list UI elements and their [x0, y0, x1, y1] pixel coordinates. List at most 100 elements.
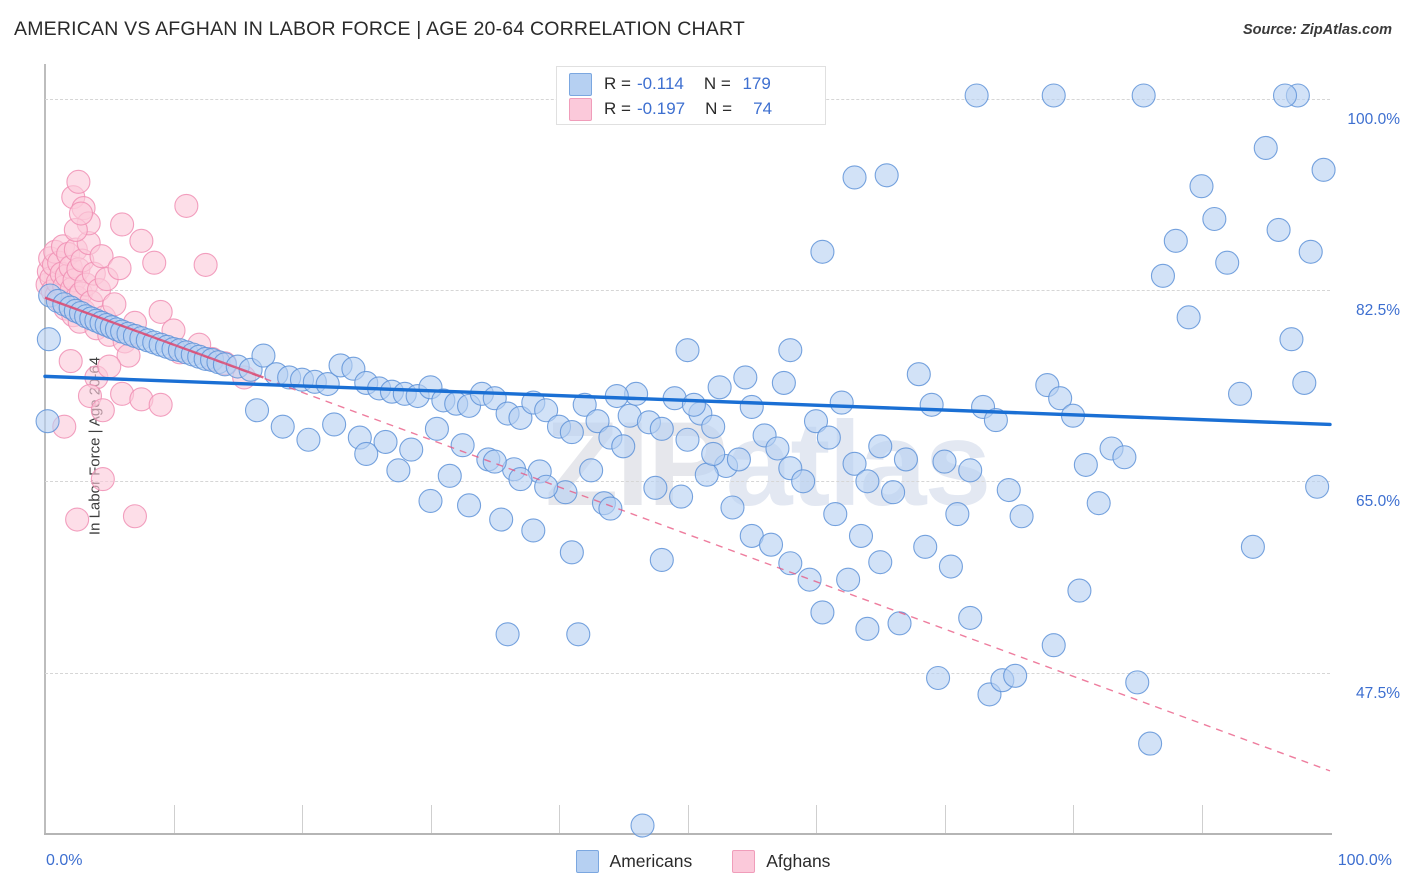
data-point: [726, 447, 751, 472]
data-point: [823, 502, 848, 527]
series-legend-item-afghans[interactable]: Afghans: [732, 850, 830, 873]
data-point: [855, 616, 880, 641]
data-point: [797, 567, 822, 592]
data-point: [1041, 83, 1066, 108]
data-point: [675, 338, 700, 363]
data-point: [107, 256, 132, 281]
data-point: [1003, 663, 1028, 688]
data-point: [521, 518, 546, 543]
data-point: [836, 567, 861, 592]
data-point: [958, 605, 983, 630]
data-point: [913, 534, 938, 559]
data-point: [1240, 534, 1265, 559]
data-point: [810, 600, 835, 625]
legend-r-value-afghans: -0.197: [636, 99, 686, 118]
data-point: [1009, 504, 1034, 529]
legend-n-label-afghans: N =: [705, 99, 733, 118]
data-point: [579, 458, 604, 483]
data-point: [681, 392, 706, 417]
trend-line-americans: [43, 374, 1332, 427]
data-point: [1305, 474, 1330, 499]
data-point: [110, 212, 135, 237]
data-point: [450, 433, 475, 458]
chart-root: AMERICAN VS AFGHAN IN LABOR FORCE | AGE …: [0, 0, 1406, 892]
data-point: [1041, 633, 1066, 658]
data-point: [1067, 578, 1092, 603]
data-point: [90, 467, 115, 492]
data-point: [1202, 206, 1227, 232]
legend-n-label-americans: N =: [703, 74, 731, 93]
data-point: [559, 420, 584, 445]
data-point: [142, 250, 167, 275]
series-legend: Americans Afghans: [0, 850, 1406, 873]
data-point: [771, 370, 796, 395]
data-point: [456, 493, 482, 518]
data-point: [1112, 445, 1137, 470]
legend-n-value-afghans: 74: [753, 99, 773, 118]
data-point: [1138, 731, 1163, 756]
data-point: [489, 507, 514, 532]
data-point: [90, 398, 115, 423]
data-point: [424, 416, 449, 441]
scatter-plot-canvas: [35, 83, 1336, 838]
data-point: [35, 409, 60, 434]
legend-r-label-afghans: R =: [604, 99, 631, 118]
data-point: [868, 550, 893, 575]
data-point: [1279, 327, 1304, 352]
data-point: [707, 375, 732, 400]
data-point: [66, 169, 91, 194]
data-point: [1298, 239, 1323, 264]
series-label-americans: Americans: [609, 851, 693, 871]
series-swatch-americans: [575, 850, 599, 873]
data-point: [1125, 670, 1150, 695]
data-point: [495, 622, 520, 647]
data-point: [36, 327, 61, 352]
data-point: [1163, 228, 1188, 253]
data-point: [938, 554, 963, 579]
data-point: [964, 83, 989, 108]
data-point: [270, 414, 295, 439]
series-legend-item-americans[interactable]: Americans: [575, 850, 693, 873]
data-point: [810, 239, 835, 264]
data-point: [129, 228, 154, 253]
data-point: [354, 441, 379, 467]
data-point: [739, 394, 764, 420]
legend-n-value-americans: 179: [742, 74, 771, 93]
legend-row-americans: R = -0.114 N = 179: [569, 72, 771, 96]
data-point: [816, 425, 841, 450]
data-point: [1086, 491, 1111, 516]
data-point: [322, 412, 347, 437]
data-point: [1189, 174, 1214, 199]
data-point: [97, 354, 122, 379]
data-point: [68, 201, 94, 226]
legend-row-afghans: R = -0.197 N = 74: [569, 97, 772, 121]
data-point: [1272, 83, 1298, 108]
data-point: [244, 398, 270, 423]
legend-r-label-americans: R =: [604, 74, 631, 93]
data-point: [919, 392, 944, 417]
data-point: [58, 349, 83, 374]
data-point: [399, 437, 424, 462]
data-point: [630, 813, 655, 838]
series-swatch-afghans: [732, 850, 756, 873]
data-point: [611, 434, 636, 459]
data-point: [649, 416, 674, 441]
data-point: [906, 362, 931, 387]
data-point: [296, 427, 321, 452]
data-point: [868, 434, 893, 459]
data-point: [848, 523, 874, 548]
data-point: [669, 484, 694, 509]
data-point: [893, 447, 919, 472]
data-point: [1215, 250, 1240, 275]
data-point: [418, 488, 443, 514]
data-point: [842, 165, 867, 190]
data-point: [996, 477, 1021, 503]
data-point: [1176, 305, 1201, 330]
data-point: [701, 441, 726, 467]
correlation-legend: R = -0.114 N = 179 R = -0.197 N = 74: [556, 66, 826, 125]
data-point: [881, 480, 906, 505]
data-point: [694, 462, 719, 487]
data-point: [193, 252, 218, 277]
data-point: [649, 547, 674, 573]
data-point: [65, 507, 90, 532]
